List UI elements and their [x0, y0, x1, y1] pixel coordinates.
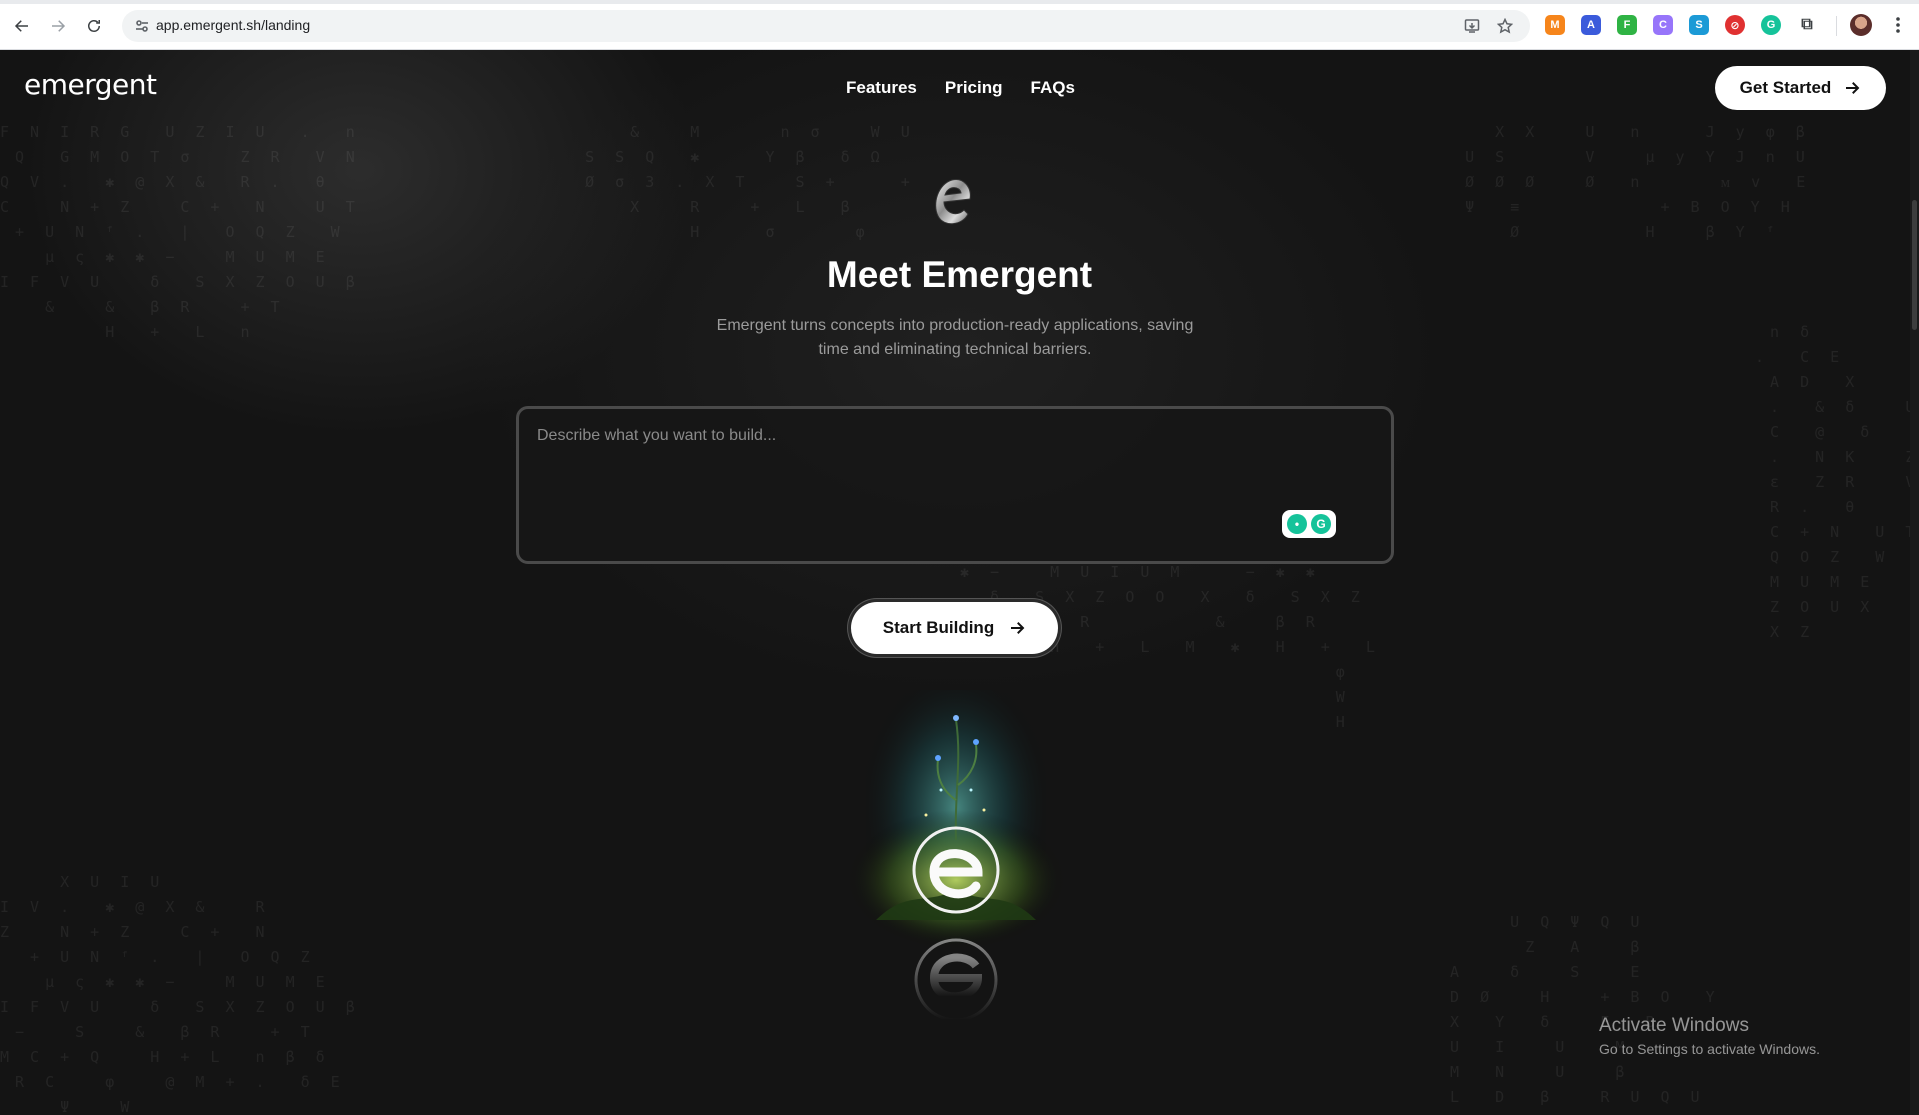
scrollbar-thumb[interactable]: [1912, 200, 1917, 330]
arrow-right-icon: [52, 20, 66, 32]
toolbar-divider: [1836, 16, 1837, 36]
matrix-glyphs-center-top: & M n σ W U S S Q ✱ Y β δ Ω Ø σ 3 . X T …: [585, 123, 916, 241]
reload-icon: [88, 20, 100, 32]
matrix-glyphs-right-bottom: U Q Ψ Q U Z A β A δ S E D Ø H + B O Y X …: [1450, 913, 1721, 1106]
start-building-button[interactable]: Start Building: [851, 602, 1058, 654]
extension-icon-4[interactable]: C: [1653, 15, 1673, 35]
hero-subtitle: Emergent turns concepts into production-…: [680, 314, 1230, 362]
profile-avatar[interactable]: [1850, 14, 1872, 36]
address-bar[interactable]: app.emergent.sh/landing: [122, 10, 1530, 42]
arrow-right-icon: [1846, 82, 1860, 94]
emergent-3d-e-icon: [935, 179, 971, 225]
activate-windows-subtitle: Go to Settings to activate Windows.: [1599, 1041, 1820, 1057]
top-navigation: Features Pricing FAQs: [846, 78, 1075, 98]
lightbulb-icon[interactable]: •: [1287, 514, 1307, 534]
forward-button[interactable]: [46, 14, 70, 38]
start-building-label: Start Building: [882, 618, 995, 637]
get-started-button[interactable]: Get Started: [1715, 66, 1886, 110]
matrix-glyphs-right-mid: n δ . C E A D X . & δ U − C @ δ . N K Z …: [1755, 323, 1914, 641]
matrix-glyphs-right-top: X X U n J y φ β U S V μ y Y J n U Ø Ø Ø …: [1465, 123, 1812, 241]
bookmark-star-icon[interactable]: [1497, 18, 1513, 34]
nav-faqs[interactable]: FAQs: [1031, 78, 1075, 98]
hero-title: Meet Emergent: [826, 254, 1093, 295]
reload-button[interactable]: [82, 14, 106, 38]
prompt-input[interactable]: [537, 427, 1367, 527]
extension-icon-5[interactable]: S: [1689, 15, 1709, 35]
emergent-logo[interactable]: emergent: [24, 68, 157, 101]
site-info-icon[interactable]: [134, 18, 150, 34]
activate-windows-title: Activate Windows: [1599, 1015, 1749, 1036]
matrix-glyphs-left: F N I R G U Z I U . n Q G M O T σ Z R V …: [0, 123, 361, 341]
block-extension-icon[interactable]: ⊘: [1725, 15, 1745, 35]
matrix-glyphs-left-bottom: X U I U I V . ✱ @ X & R Z N + Z C + N + …: [0, 873, 361, 1115]
grammarly-extension-icon[interactable]: G: [1761, 15, 1781, 35]
extension-icon-2[interactable]: A: [1581, 15, 1601, 35]
extension-icon-3[interactable]: F: [1617, 15, 1637, 35]
get-started-label: Get Started: [1739, 78, 1832, 97]
grammarly-g-icon[interactable]: G: [1311, 514, 1331, 534]
browser-toolbar: app.emergent.sh/landing M A F C S ⊘ G ⧉: [0, 0, 1919, 50]
metamask-extension-icon[interactable]: M: [1545, 15, 1565, 35]
install-app-icon[interactable]: [1464, 18, 1480, 34]
glowing-e-illustration: [846, 690, 1066, 1022]
activate-windows-watermark: Activate Windows Go to Settings to activ…: [1599, 1015, 1820, 1057]
arrow-left-icon: [14, 20, 28, 32]
extensions-puzzle-icon[interactable]: ⧉: [1797, 15, 1817, 35]
landing-page: F N I R G U Z I U . n Q G M O T σ Z R V …: [0, 50, 1919, 1115]
grammarly-widget[interactable]: • G: [1282, 510, 1336, 538]
hero-subtitle-line-2: time and eliminating technical barriers.: [818, 341, 1092, 358]
prompt-input-box[interactable]: • G: [516, 406, 1394, 564]
nav-features[interactable]: Features: [846, 78, 917, 98]
page-scrollbar[interactable]: [1910, 50, 1919, 1115]
more-menu-icon[interactable]: [1890, 14, 1906, 36]
back-button[interactable]: [10, 14, 34, 38]
tab-strip-edge: [0, 0, 1919, 4]
nav-pricing[interactable]: Pricing: [945, 78, 1003, 98]
arrow-right-icon: [1011, 622, 1025, 634]
url-text[interactable]: app.emergent.sh/landing: [156, 17, 310, 33]
hero-subtitle-line-1: Emergent turns concepts into production-…: [716, 317, 1194, 334]
